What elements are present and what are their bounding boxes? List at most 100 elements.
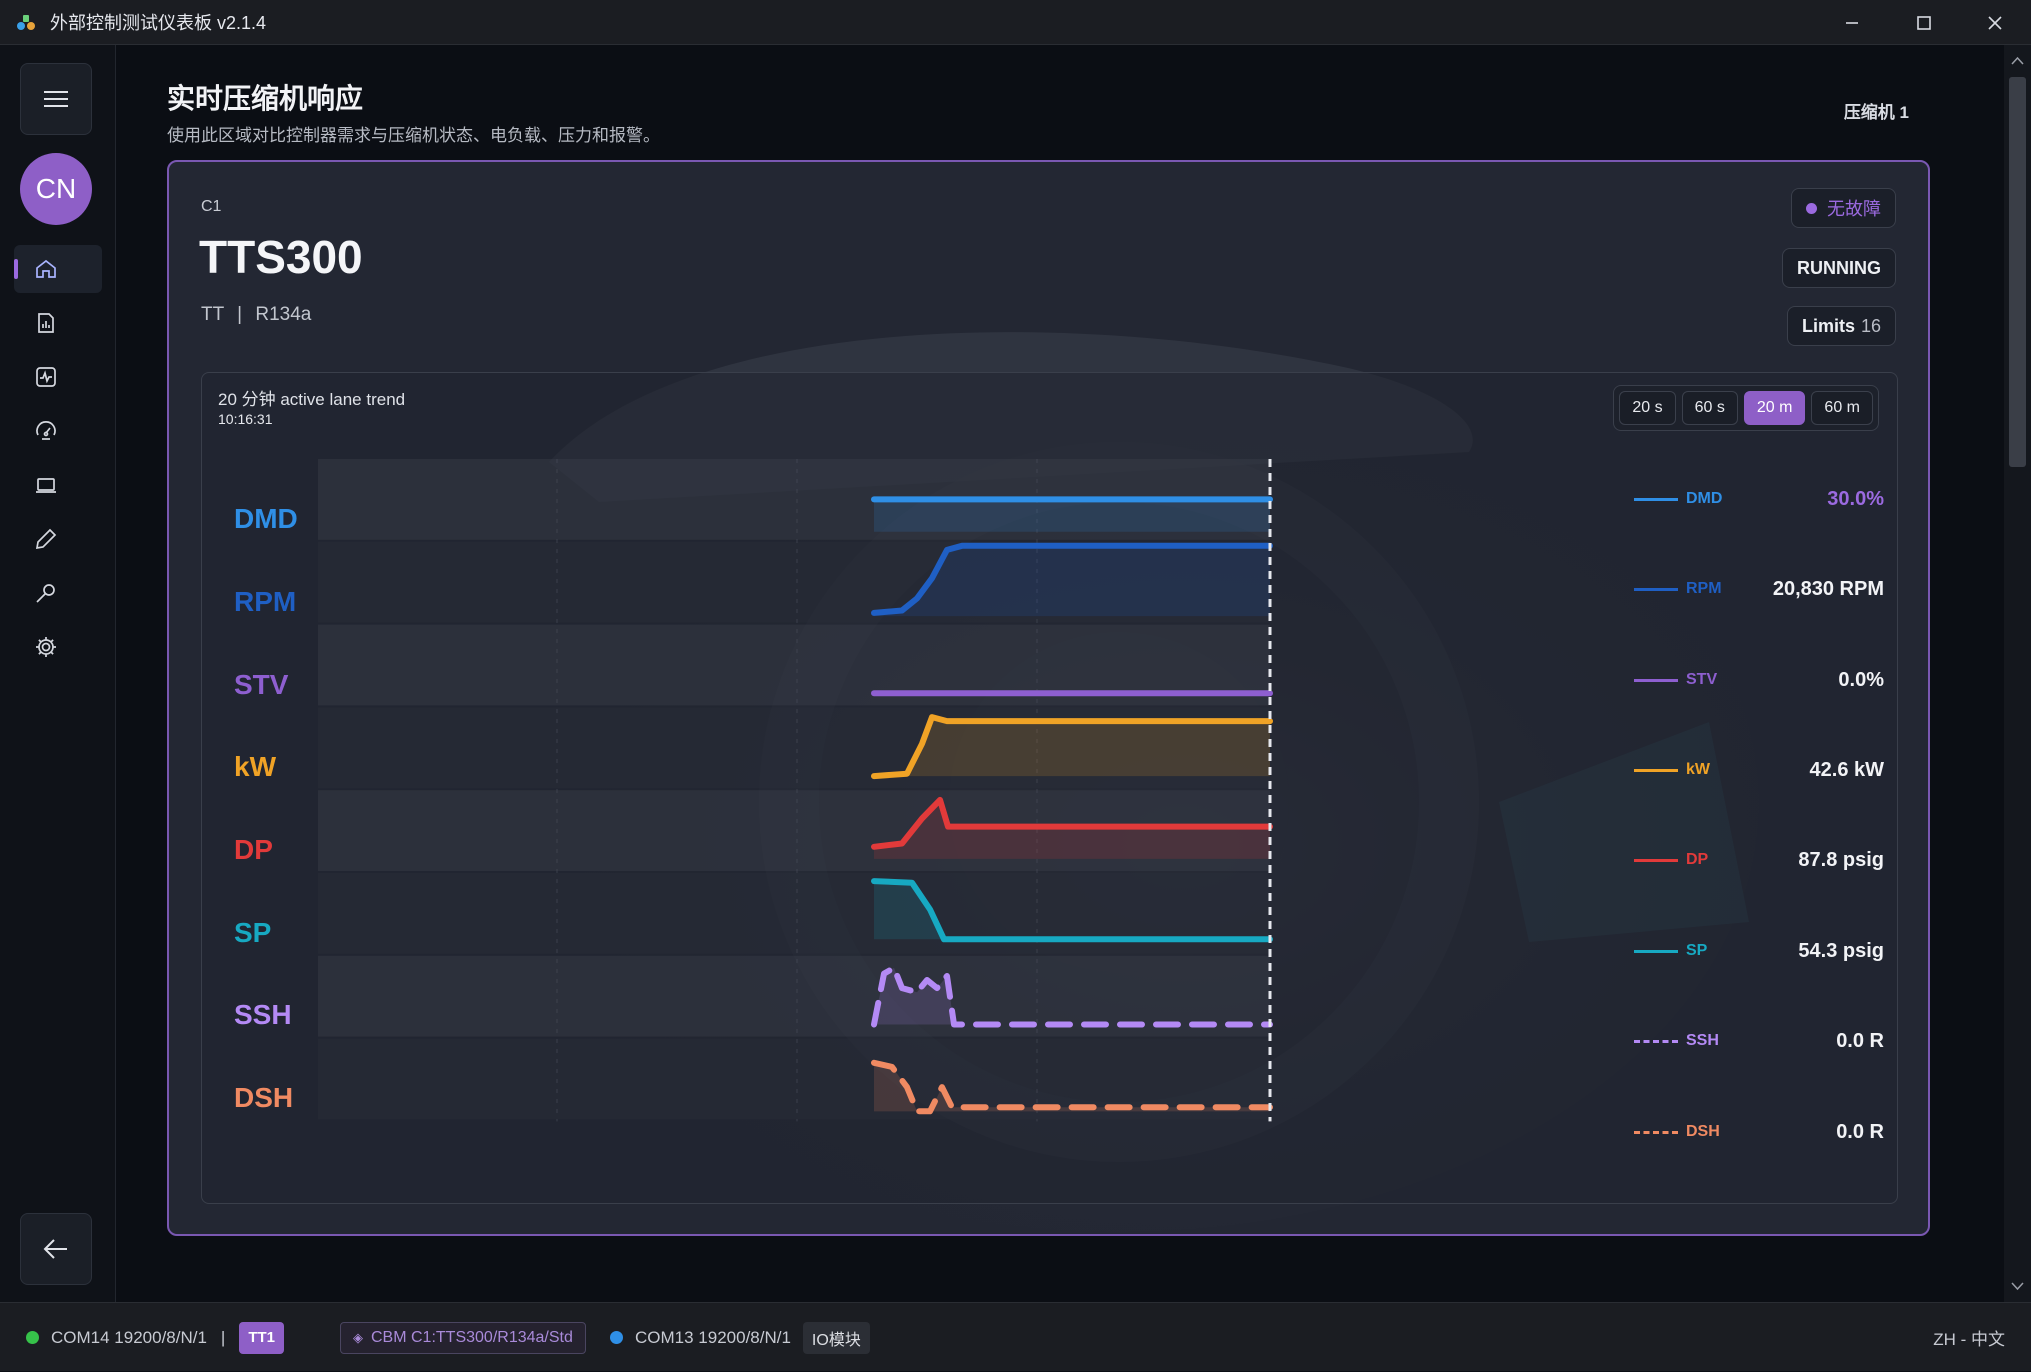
run-status-badge: RUNNING [1782, 248, 1896, 288]
legend-row-dp: DP 87.8 psig [1634, 845, 1884, 875]
connection-dot-icon [610, 1331, 623, 1344]
minimize-button[interactable] [1817, 0, 1887, 45]
legend-row-stv: STV 0.0% [1634, 665, 1884, 695]
sidebar-item-device[interactable] [14, 461, 102, 509]
language-selector[interactable]: ZH - 中文 [1933, 1303, 2005, 1372]
legend-row-kw: kW 42.6 kW [1634, 755, 1884, 785]
sidebar: CN [0, 45, 116, 1302]
close-button[interactable] [1960, 0, 2030, 45]
lane-label-dp: DP [234, 834, 273, 865]
range-20m-button[interactable]: 20 m [1743, 391, 1806, 425]
pulse-monitor-icon [36, 367, 56, 387]
legend-swatch [1634, 858, 1678, 862]
legend-value-kw: 42.6 kW [1809, 758, 1884, 781]
pen-icon [35, 528, 57, 550]
limits-count: 16 [1860, 315, 1881, 336]
minimize-icon [1846, 21, 1858, 24]
wrench-icon [36, 584, 55, 603]
com-port-2-status: COM13 19200/8/N/1 IO模块 [610, 1303, 870, 1372]
legend-value-dmd: 30.0% [1827, 487, 1884, 510]
arrow-left-icon [43, 1239, 67, 1259]
legend-row-dmd: DMD 30.0% [1634, 484, 1884, 514]
lane-label-stv: STV [234, 669, 289, 700]
sidebar-item-reports[interactable] [14, 299, 102, 347]
lane-label-ssh: SSH [234, 999, 292, 1030]
cbm-label: CBM C1:TTS300/R134a/Std [371, 1328, 573, 1346]
legend-name: DMD [1686, 490, 1723, 507]
series-area-dmd [874, 499, 1270, 532]
sidebar-item-settings[interactable] [14, 623, 102, 671]
sidebar-item-tools[interactable] [14, 569, 102, 617]
title-bar: 外部控制测试仪表板 v2.1.4 [0, 0, 2031, 45]
status-dot-icon [1806, 202, 1817, 214]
sidebar-item-home[interactable] [14, 245, 102, 293]
main-content: 实时压缩机响应 使用此区域对比控制器需求与压缩机状态、电负载、压力和报警。 压缩… [117, 45, 2004, 1302]
lane-label-dsh: DSH [234, 1082, 294, 1113]
menu-button[interactable] [20, 63, 92, 135]
home-icon [36, 259, 56, 278]
sidebar-item-monitor[interactable] [14, 353, 102, 401]
scroll-thumb[interactable] [2009, 77, 2026, 467]
legend-value-dsh: 0.0 R [1836, 1120, 1884, 1143]
legend-swatch [1634, 1130, 1678, 1134]
range-60s-button[interactable]: 60 s [1681, 391, 1738, 425]
window-title: 外部控制测试仪表板 v2.1.4 [50, 13, 267, 33]
sidebar-item-gauge[interactable] [14, 407, 102, 455]
status-separator: | [220, 1327, 226, 1347]
lane-label-dmd: DMD [234, 503, 298, 534]
series-area-kw [874, 717, 1270, 777]
legend-value-stv: 0.0% [1838, 668, 1884, 691]
legend-name: SSH [1686, 1032, 1719, 1049]
back-button[interactable] [20, 1213, 92, 1285]
report-chart-icon [38, 313, 54, 333]
sidebar-item-edit[interactable] [14, 515, 102, 563]
legend-row-rpm: RPM 20,830 RPM [1634, 574, 1884, 604]
legend-value-dp: 87.8 psig [1798, 848, 1884, 871]
hamburger-menu-icon [44, 91, 68, 107]
compressor-model: TTS300 [199, 231, 363, 283]
limits-label: Limits [1801, 315, 1855, 336]
time-range-selector: 20 s 60 s 20 m 60 m [1613, 385, 1879, 431]
close-icon [1988, 15, 2002, 30]
compressor-code: C1 [201, 198, 222, 215]
legend-value-sp: 54.3 psig [1798, 939, 1884, 962]
connection-dot-icon [26, 1331, 39, 1344]
user-avatar[interactable]: CN [20, 153, 92, 225]
trend-title: 20 分钟 active lane trend [218, 390, 406, 409]
cbm-chip[interactable]: ◈ CBM C1:TTS300/R134a/Std [340, 1321, 586, 1354]
range-60m-button[interactable]: 60 m [1811, 391, 1873, 425]
trend-timestamp: 10:16:31 [218, 411, 273, 427]
scroll-down-icon[interactable] [2004, 1276, 2031, 1296]
refrigerant: R134a [255, 304, 312, 325]
compressor-card: C1 TTS300 TT | R134a 无故障 RUNNING Limits … [167, 160, 1930, 1236]
legend-swatch [1634, 949, 1678, 953]
legend-swatch [1634, 1039, 1678, 1043]
legend-name: DP [1686, 851, 1709, 868]
compressor-label: 压缩机 1 [1843, 103, 1909, 122]
legend-swatch [1634, 587, 1678, 591]
vertical-scrollbar[interactable] [2004, 45, 2031, 1302]
compressor-type: TT [201, 304, 224, 325]
scroll-up-icon[interactable] [2004, 51, 2031, 71]
page-subtitle: 使用此区域对比控制器需求与压缩机状态、电负载、压力和报警。 [167, 126, 660, 145]
legend-value-rpm: 20,830 RPM [1772, 577, 1884, 600]
page-title: 实时压缩机响应 [167, 83, 364, 114]
maximize-icon [1917, 15, 1931, 30]
lane-label-rpm: RPM [234, 586, 297, 617]
app-logo-icon [17, 15, 35, 30]
tt1-chip[interactable]: TT1 [239, 1321, 285, 1354]
com-port-2-label: COM13 19200/8/N/1 [635, 1327, 791, 1347]
cbm-status: ◈ CBM C1:TTS300/R134a/Std [340, 1303, 586, 1372]
legend-name: SP [1686, 942, 1708, 959]
legend-row-ssh: SSH 0.0 R [1634, 1026, 1884, 1056]
lane-label-kw: kW [234, 751, 276, 782]
trend-panel: 20 分钟 active lane trend 10:16:31 20 s 60… [201, 372, 1898, 1204]
range-20s-button[interactable]: 20 s [1619, 391, 1676, 425]
com-port-1-status: COM14 19200/8/N/1 | TT1 [26, 1303, 285, 1372]
io-module-chip[interactable]: IO模块 [802, 1321, 870, 1354]
limits-button[interactable]: Limits 16 [1786, 306, 1896, 346]
lane-label-sp: SP [234, 917, 272, 948]
legend-row-sp: SP 54.3 psig [1634, 936, 1884, 966]
status-bar: COM14 19200/8/N/1 | TT1 ◈ CBM C1:TTS300/… [0, 1302, 2031, 1371]
maximize-button[interactable] [1889, 0, 1959, 45]
